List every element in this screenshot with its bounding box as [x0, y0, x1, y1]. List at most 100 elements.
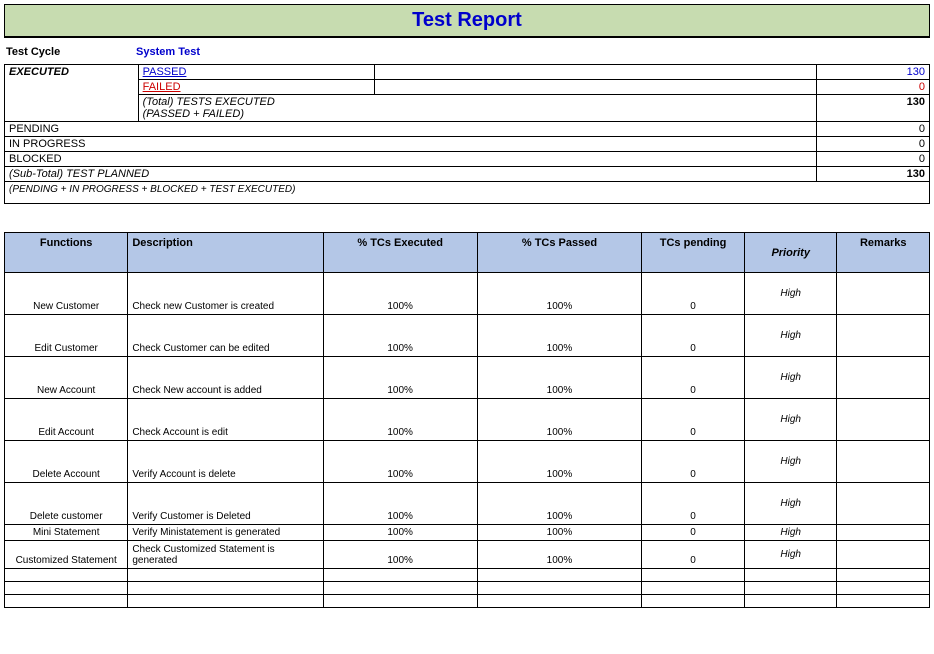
empty-cell [128, 569, 323, 582]
cell-priority: High [744, 525, 837, 541]
failed-link[interactable]: FAILED [143, 81, 181, 93]
empty-cell [837, 569, 930, 582]
cell-description: Verify Customer is Deleted [128, 483, 323, 525]
header-passed: % TCs Passed [477, 233, 641, 273]
table-row: Mini StatementVerify Ministatement is ge… [5, 525, 930, 541]
cell-function: Edit Account [5, 399, 128, 441]
table-row: New AccountCheck New account is added100… [5, 357, 930, 399]
cell-function: Delete customer [5, 483, 128, 525]
table-row: Edit CustomerCheck Customer can be edite… [5, 315, 930, 357]
empty-cell [642, 582, 745, 595]
cell-pending: 0 [642, 525, 745, 541]
cell-pending: 0 [642, 357, 745, 399]
cell-priority: High [744, 399, 837, 441]
header-priority: Priority [744, 233, 837, 273]
cell-pass: 100% [477, 357, 641, 399]
cell-function: New Customer [5, 273, 128, 315]
cell-function: Mini Statement [5, 525, 128, 541]
empty-cell [5, 569, 128, 582]
cell-pass: 100% [477, 541, 641, 569]
cell-remarks [837, 541, 930, 569]
empty-cell [5, 582, 128, 595]
failed-value: 0 [816, 80, 929, 95]
cell-pass: 100% [477, 399, 641, 441]
cell-exec: 100% [323, 399, 477, 441]
cell-function: Delete Account [5, 441, 128, 483]
table-row-empty [5, 569, 930, 582]
cell-priority: High [744, 441, 837, 483]
test-cycle-label: Test Cycle [6, 46, 136, 58]
empty-cell [744, 595, 837, 608]
cell-priority: High [744, 483, 837, 525]
spacer [374, 65, 816, 80]
subtotal-label: (Sub-Total) TEST PLANNED [5, 167, 817, 182]
spacer [374, 80, 816, 95]
cell-pass: 100% [477, 483, 641, 525]
cell-description: Check New account is added [128, 357, 323, 399]
empty-cell [5, 595, 128, 608]
blocked-value: 0 [816, 152, 929, 167]
table-row-empty [5, 582, 930, 595]
cell-exec: 100% [323, 273, 477, 315]
table-row-empty [5, 595, 930, 608]
cell-pending: 0 [642, 273, 745, 315]
formula-note: (PENDING + IN PROGRESS + BLOCKED + TEST … [4, 182, 930, 204]
cell-exec: 100% [323, 357, 477, 399]
header-exec: % TCs Executed [323, 233, 477, 273]
cell-description: Check Account is edit [128, 399, 323, 441]
cell-description: Check Customer can be edited [128, 315, 323, 357]
empty-cell [642, 595, 745, 608]
empty-cell [477, 569, 641, 582]
cell-remarks [837, 357, 930, 399]
total-exec-label: (Total) TESTS EXECUTED (PASSED + FAILED) [138, 95, 816, 122]
subtotal-value: 130 [816, 167, 929, 182]
cell-pass: 100% [477, 315, 641, 357]
cell-priority: High [744, 541, 837, 569]
cell-pending: 0 [642, 315, 745, 357]
table-row: Delete AccountVerify Account is delete 10… [5, 441, 930, 483]
empty-cell [477, 582, 641, 595]
cell-priority: High [744, 357, 837, 399]
cell-pending: 0 [642, 483, 745, 525]
cell-pending: 0 [642, 399, 745, 441]
empty-cell [323, 582, 477, 595]
empty-cell [837, 582, 930, 595]
details-header-row: Functions Description % TCs Executed % T… [5, 233, 930, 273]
pending-value: 0 [816, 122, 929, 137]
inprogress-label: IN PROGRESS [5, 137, 817, 152]
empty-cell [642, 569, 745, 582]
empty-cell [744, 569, 837, 582]
cell-pass: 100% [477, 441, 641, 483]
total-exec-value: 130 [816, 95, 929, 122]
cell-priority: High [744, 273, 837, 315]
empty-cell [837, 595, 930, 608]
summary-table: EXECUTED PASSED 130 FAILED 0 (Total) TES… [4, 64, 930, 182]
cell-description: Verify Account is delete [128, 441, 323, 483]
table-row: Delete customerVerify Customer is Delete… [5, 483, 930, 525]
cell-remarks [837, 315, 930, 357]
cell-remarks [837, 273, 930, 315]
cell-priority: High [744, 315, 837, 357]
table-row: Customized StatementCheck Customized Sta… [5, 541, 930, 569]
passed-link[interactable]: PASSED [143, 66, 187, 78]
test-cycle-value: System Test [136, 46, 200, 58]
header-remarks: Remarks [837, 233, 930, 273]
executed-label: EXECUTED [5, 65, 139, 122]
cell-remarks [837, 441, 930, 483]
header-description: Description [128, 233, 323, 273]
table-row: New CustomerCheck new Customer is create… [5, 273, 930, 315]
empty-cell [323, 595, 477, 608]
cell-pending: 0 [642, 541, 745, 569]
cell-remarks [837, 483, 930, 525]
cell-function: Customized Statement [5, 541, 128, 569]
cell-description: Check Customized Statement is generated [128, 541, 323, 569]
cell-description: Check new Customer is created [128, 273, 323, 315]
blocked-label: BLOCKED [5, 152, 817, 167]
cell-pending: 0 [642, 441, 745, 483]
passed-value: 130 [816, 65, 929, 80]
details-table: Functions Description % TCs Executed % T… [4, 232, 930, 608]
pending-label: PENDING [5, 122, 817, 137]
inprogress-value: 0 [816, 137, 929, 152]
cell-function: New Account [5, 357, 128, 399]
test-cycle-row: Test Cycle System Test [4, 38, 930, 62]
